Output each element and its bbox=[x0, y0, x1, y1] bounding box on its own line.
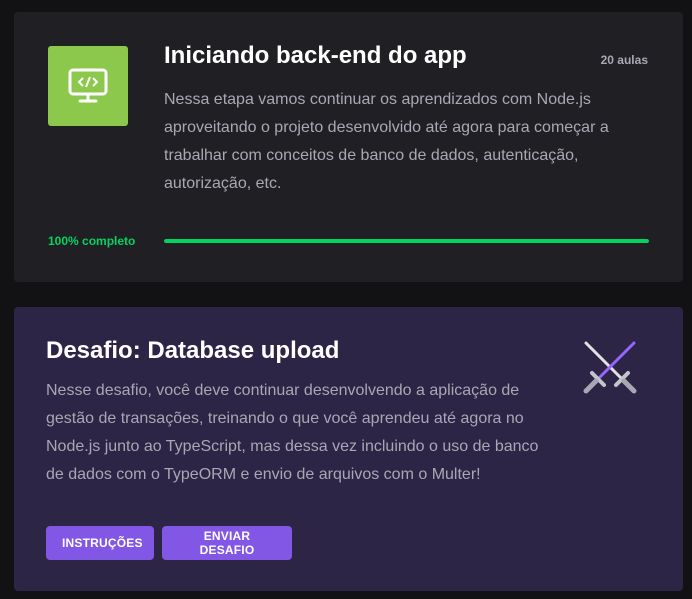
progress-bar bbox=[164, 239, 649, 243]
progress-fill bbox=[164, 239, 649, 243]
module-title: Iniciando back-end do app bbox=[164, 42, 467, 69]
module-description: Nessa etapa vamos continuar os aprendiza… bbox=[164, 91, 609, 192]
monitor-code-icon bbox=[48, 46, 128, 126]
progress-label: 100% completo bbox=[48, 234, 136, 248]
submit-challenge-button[interactable]: Enviar desafio bbox=[162, 526, 292, 560]
instructions-button[interactable]: Instruções bbox=[46, 526, 154, 560]
challenge-title: Desafio: Database upload bbox=[46, 337, 340, 364]
module-card: Iniciando back-end do app 20 aulas Nessa… bbox=[14, 12, 683, 282]
challenge-card: Desafio: Database upload Nesse desafio, … bbox=[14, 307, 683, 591]
challenge-description: Nesse desafio, você deve continuar desen… bbox=[46, 382, 539, 483]
lesson-count: 20 aulas bbox=[600, 53, 648, 67]
crossed-swords-icon bbox=[580, 337, 640, 397]
